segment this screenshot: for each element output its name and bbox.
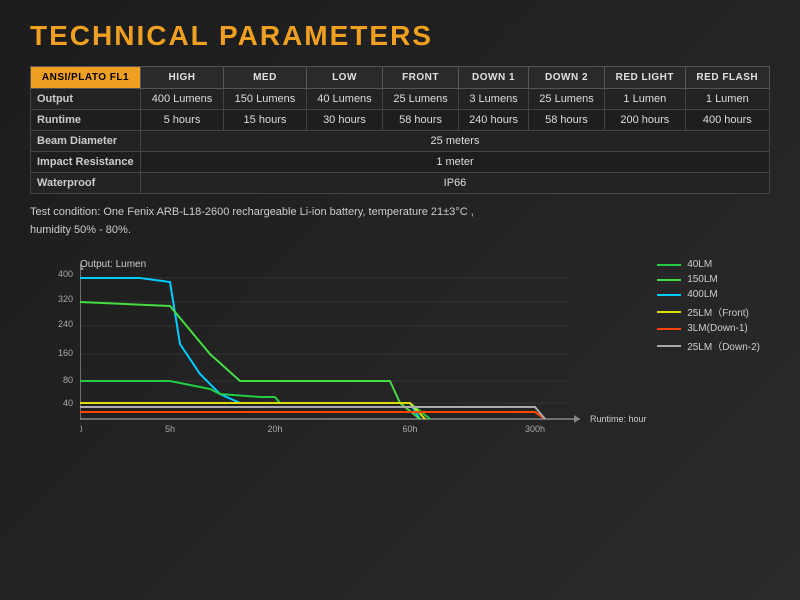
col-header-red-light: RED LIGHT <box>605 67 686 89</box>
legend-line-25lm-front <box>657 311 681 313</box>
legend-3lm-down1: 3LM(Down-1) <box>657 323 760 334</box>
col-header-med: MED <box>223 67 306 89</box>
cell-runtime-down2: 58 hours <box>528 110 604 131</box>
svg-text:5h: 5h <box>165 424 175 434</box>
cell-output-high: 400 Lumens <box>141 89 224 110</box>
row-label-runtime: Runtime <box>31 110 141 131</box>
y-label-240: 240 <box>58 319 73 329</box>
row-label-beam: Beam Diameter <box>31 131 141 152</box>
col-header-down1: DOWN 1 <box>459 67 529 89</box>
cell-runtime-med: 15 hours <box>223 110 306 131</box>
cell-output-redlight: 1 Lumen <box>605 89 686 110</box>
cell-runtime-redflash: 400 hours <box>685 110 769 131</box>
svg-text:60h: 60h <box>402 424 417 434</box>
y-axis-labels: 400 320 240 160 80 40 <box>30 259 75 439</box>
legend-line-400lm <box>657 294 681 296</box>
table-header-row: ANSI/PLATO FL1 HIGH MED LOW FRONT DOWN 1… <box>31 67 770 89</box>
row-label-impact: Impact Resistance <box>31 152 141 173</box>
legend-line-150lm <box>657 279 681 281</box>
legend-25lm-down2: 25LM（Down-2) <box>657 338 760 353</box>
svg-text:300h: 300h <box>525 424 545 434</box>
table-row-impact: Impact Resistance 1 meter <box>31 152 770 173</box>
svg-text:0: 0 <box>80 424 83 434</box>
table-row-runtime: Runtime 5 hours 15 hours 30 hours 58 hou… <box>31 110 770 131</box>
cell-impact-value: 1 meter <box>141 152 770 173</box>
legend-label-150lm: 150LM <box>687 274 718 285</box>
y-label-400: 400 <box>58 269 73 279</box>
cell-runtime-high: 5 hours <box>141 110 224 131</box>
col-header-front: FRONT <box>383 67 459 89</box>
cell-runtime-redlight: 200 hours <box>605 110 686 131</box>
legend-label-400lm: 400LM <box>687 289 718 300</box>
cell-runtime-front: 58 hours <box>383 110 459 131</box>
cell-output-redflash: 1 Lumen <box>685 89 769 110</box>
legend-label-25lm-down2: 25LM（Down-2) <box>687 338 760 353</box>
legend-label-3lm-down1: 3LM(Down-1) <box>687 323 748 334</box>
chart-container: Output: Lumen 400 320 240 160 80 40 <box>30 249 770 459</box>
cell-runtime-low: 30 hours <box>306 110 382 131</box>
cell-waterproof-value: IP66 <box>141 173 770 194</box>
y-label-40: 40 <box>63 398 73 408</box>
row-label-output: Output <box>31 89 141 110</box>
page-container: TECHNICAL PARAMETERS ANSI/PLATO FL1 HIGH… <box>0 0 800 600</box>
params-table: ANSI/PLATO FL1 HIGH MED LOW FRONT DOWN 1… <box>30 66 770 194</box>
page-title: TECHNICAL PARAMETERS <box>30 20 770 52</box>
svg-text:Runtime: hour: Runtime: hour <box>590 414 647 424</box>
cell-runtime-down1: 240 hours <box>459 110 529 131</box>
table-row-beam: Beam Diameter 25 meters <box>31 131 770 152</box>
cell-output-down2: 25 Lumens <box>528 89 604 110</box>
col-header-high: HIGH <box>141 67 224 89</box>
legend-line-3lm-down1 <box>657 328 681 330</box>
col-header-low: LOW <box>306 67 382 89</box>
legend-40lm: 40LM <box>657 259 760 270</box>
y-label-320: 320 <box>58 294 73 304</box>
table-row-output: Output 400 Lumens 150 Lumens 40 Lumens 2… <box>31 89 770 110</box>
cell-output-med: 150 Lumens <box>223 89 306 110</box>
col-header-ansi: ANSI/PLATO FL1 <box>31 67 141 89</box>
chart-legend: 40LM 150LM 400LM 25LM（Front) 3LM(Down-1)… <box>657 259 760 353</box>
cell-output-down1: 3 Lumens <box>459 89 529 110</box>
legend-line-40lm <box>657 264 681 266</box>
col-header-down2: DOWN 2 <box>528 67 604 89</box>
legend-150lm: 150LM <box>657 274 760 285</box>
legend-25lm-front: 25LM（Front) <box>657 304 760 319</box>
cell-output-front: 25 Lumens <box>383 89 459 110</box>
test-condition-text: Test condition: One Fenix ARB-L18-2600 r… <box>30 204 770 239</box>
row-label-waterproof: Waterproof <box>31 173 141 194</box>
legend-line-25lm-down2 <box>657 345 681 347</box>
table-row-waterproof: Waterproof IP66 <box>31 173 770 194</box>
col-header-red-flash: RED FLASH <box>685 67 769 89</box>
legend-400lm: 400LM <box>657 289 760 300</box>
legend-label-40lm: 40LM <box>687 259 712 270</box>
chart-svg: 0 5h 20h 60h 300h Runtime: hour <box>80 264 660 439</box>
y-label-80: 80 <box>63 375 73 385</box>
cell-beam-value: 25 meters <box>141 131 770 152</box>
y-label-160: 160 <box>58 348 73 358</box>
legend-label-25lm-front: 25LM（Front) <box>687 304 749 319</box>
cell-output-low: 40 Lumens <box>306 89 382 110</box>
svg-text:20h: 20h <box>267 424 282 434</box>
